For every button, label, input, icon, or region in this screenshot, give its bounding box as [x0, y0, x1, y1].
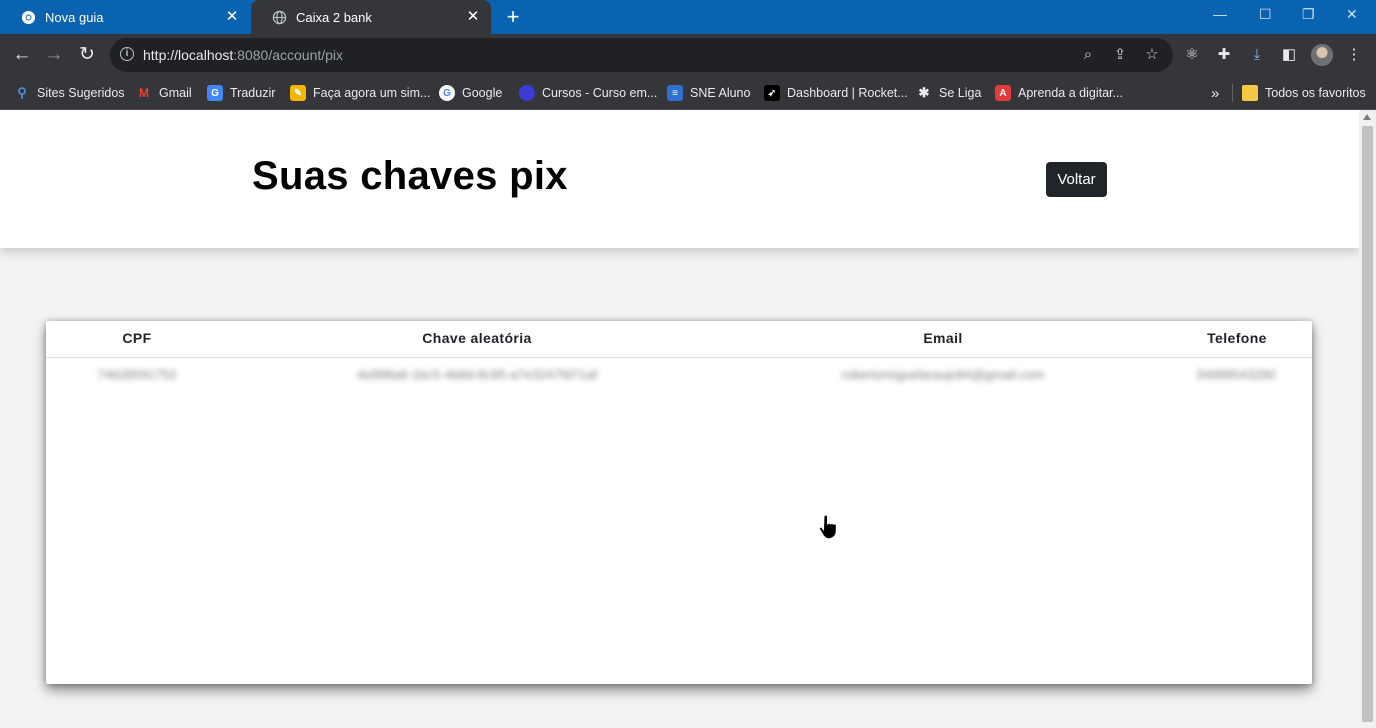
page-title: Suas chaves pix: [252, 154, 568, 198]
reload-icon[interactable]: ↻: [76, 44, 98, 66]
bookmark-label: Sites Sugeridos: [37, 86, 125, 100]
share-icon[interactable]: ⇪: [1111, 46, 1129, 64]
back-arrow-icon[interactable]: ←: [11, 44, 33, 66]
close-window-icon[interactable]: ✕: [1346, 6, 1358, 23]
browser-tab-strip: Nova guia ✕ Caixa 2 bank ✕ + — ☐ ❐ ✕: [0, 0, 1376, 34]
hand-cursor-icon: [818, 514, 837, 540]
menu-kebab-icon[interactable]: ⋮: [1344, 45, 1364, 65]
table-header: CPF Chave aleatória Email Telefone: [46, 321, 1312, 358]
paw-icon: ✱: [918, 85, 930, 100]
folder-icon: [1242, 85, 1258, 101]
bookmark-todos-favoritos[interactable]: Todos os favoritos: [1242, 83, 1366, 103]
close-tab-icon[interactable]: ✕: [465, 9, 481, 25]
cell-email: robertomiguelaraujo94@gmail.com: [841, 367, 1045, 382]
bookmark-aprenda-digitar[interactable]: A Aprenda a digitar...: [995, 83, 1123, 103]
bookmark-star-icon[interactable]: ☆: [1143, 46, 1161, 64]
bookmark-dashboard-rocket[interactable]: ➶ Dashboard | Rocket...: [764, 83, 908, 103]
column-header-telefone: Telefone: [1207, 330, 1267, 346]
bookmark-label: Gmail: [159, 86, 192, 100]
restore-icon[interactable]: ❐: [1302, 6, 1315, 23]
bookmark-faca-agora[interactable]: ✎ Faça agora um sim...: [290, 83, 430, 103]
rocket-icon: ➶: [764, 85, 780, 101]
bookmark-sites-sugeridos[interactable]: ⚲ Sites Sugeridos: [14, 83, 125, 103]
zoom-icon[interactable]: ⌕: [1079, 46, 1097, 64]
bookmark-label: Todos os favoritos: [1265, 86, 1366, 100]
forward-arrow-icon[interactable]: →: [43, 44, 65, 66]
chrome-icon: [20, 9, 36, 25]
download-icon[interactable]: ⤓: [1247, 45, 1267, 65]
address-bar[interactable]: i http://localhost:8080/account/pix ⌕ ⇪ …: [110, 38, 1173, 72]
scrollbar-thumb[interactable]: [1362, 126, 1373, 722]
cell-cpf: 74628591752: [97, 367, 177, 382]
cursos-icon: [519, 85, 535, 101]
page-viewport: Suas chaves pix Voltar CPF Chave aleatór…: [0, 110, 1376, 728]
bookmark-label: Faça agora um sim...: [313, 86, 431, 100]
sne-icon: ≡: [667, 85, 683, 101]
minimize-icon[interactable]: —: [1213, 6, 1227, 22]
bookmark-traduzir[interactable]: G Traduzir: [207, 83, 275, 103]
form-icon: ✎: [290, 85, 306, 101]
pix-keys-table: CPF Chave aleatória Email Telefone 74628…: [46, 321, 1312, 684]
react-devtools-icon[interactable]: ⚛: [1182, 45, 1202, 65]
magnifier-icon: ⚲: [17, 85, 27, 100]
bookmark-gmail[interactable]: M Gmail: [136, 83, 192, 103]
bookmark-se-liga[interactable]: ✱ Se Liga: [916, 83, 982, 103]
site-info-icon[interactable]: i: [120, 47, 134, 61]
bookmark-label: SNE Aluno: [690, 86, 751, 100]
url-text[interactable]: http://localhost:8080/account/pix: [143, 47, 343, 63]
profile-avatar[interactable]: [1311, 44, 1333, 66]
url-host: http://localhost: [143, 47, 234, 63]
typing-icon: A: [995, 85, 1011, 101]
bookmarks-bar: ⚲ Sites Sugeridos M Gmail G Traduzir ✎ Faça …: [0, 76, 1376, 110]
more-bookmarks-button[interactable]: »: [1211, 83, 1219, 103]
bookmark-label: Google: [462, 86, 503, 100]
page-header: Suas chaves pix Voltar: [0, 110, 1359, 248]
scroll-up-arrow-icon[interactable]: [1363, 114, 1371, 120]
bookmark-label: Aprenda a digitar...: [1018, 86, 1123, 100]
bookmark-separator: [1232, 84, 1233, 102]
bookmark-label: Cursos - Curso em...: [542, 86, 658, 100]
bookmark-google[interactable]: G Google: [439, 83, 502, 103]
google-icon: G: [439, 85, 455, 101]
bookmark-label: Se Liga: [939, 86, 982, 100]
cell-telefone: 34999543290: [1196, 367, 1276, 382]
globe-icon: [271, 9, 287, 25]
bookmark-cursos[interactable]: Cursos - Curso em...: [519, 83, 657, 103]
column-header-email: Email: [923, 330, 963, 346]
maximize-icon[interactable]: ☐: [1259, 6, 1272, 23]
translate-icon: G: [207, 85, 223, 101]
close-tab-icon[interactable]: ✕: [224, 9, 240, 25]
bookmark-label: Dashboard | Rocket...: [787, 86, 908, 100]
column-header-cpf: CPF: [122, 330, 152, 346]
column-header-chave-aleatoria: Chave aleatória: [422, 330, 532, 346]
url-path: :8080/account/pix: [233, 47, 344, 63]
side-panel-icon[interactable]: ◧: [1279, 45, 1299, 65]
gmail-icon: M: [139, 86, 149, 100]
bookmark-sne-aluno[interactable]: ≡ SNE Aluno: [667, 83, 750, 103]
tab-title: Caixa 2 bank: [296, 9, 372, 25]
new-tab-button[interactable]: +: [501, 5, 525, 29]
vertical-scrollbar[interactable]: [1359, 110, 1376, 728]
tab-caixa-2-bank[interactable]: Caixa 2 bank ✕: [251, 0, 491, 34]
cell-chave-aleatoria: 4e998a6-1bc5-4b8d-8c95-a7e3247fd71af: [357, 367, 597, 382]
voltar-button[interactable]: Voltar: [1046, 162, 1107, 197]
extensions-icon[interactable]: ✚: [1214, 45, 1234, 65]
tab-title: Nova guia: [45, 9, 104, 25]
tab-nova-guia[interactable]: Nova guia ✕: [0, 0, 250, 34]
bookmark-label: Traduzir: [230, 86, 276, 100]
browser-toolbar: ← → ↻ i http://localhost:8080/account/pi…: [0, 34, 1376, 76]
